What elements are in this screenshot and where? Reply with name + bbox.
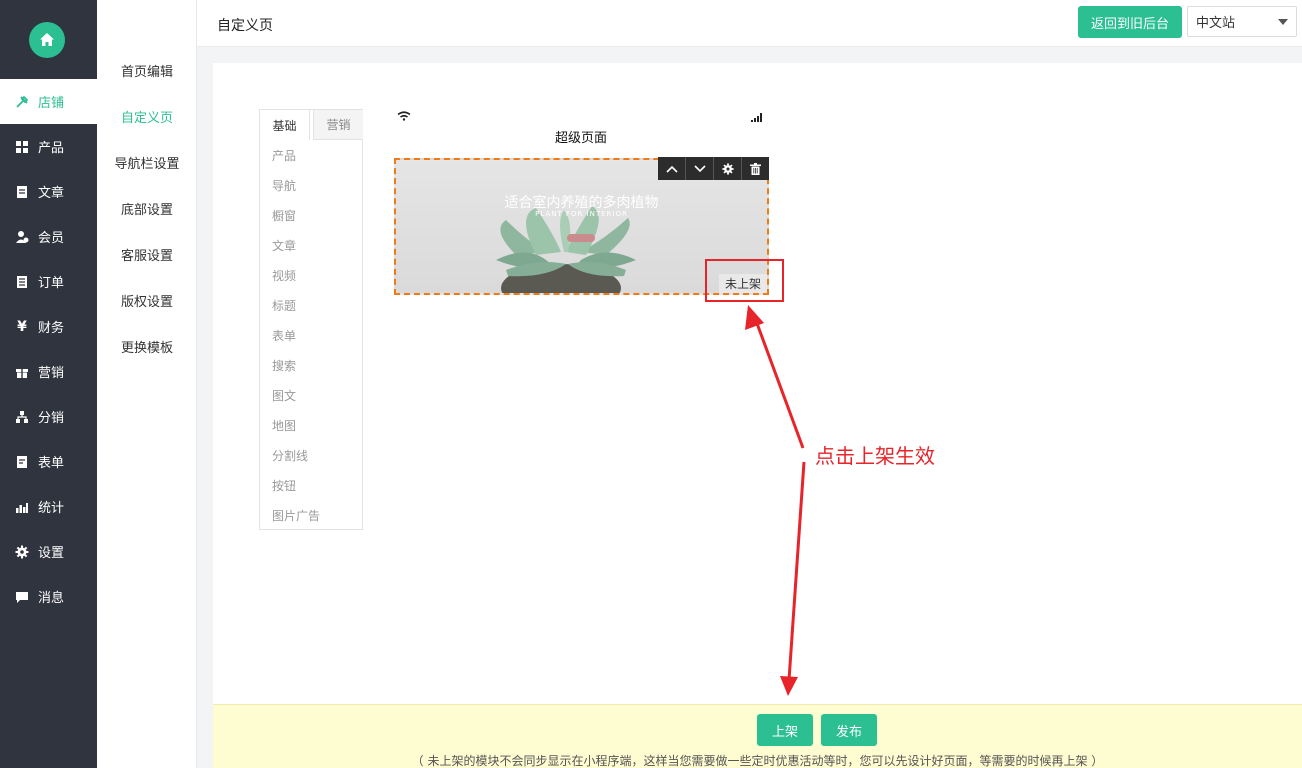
member-icon xyxy=(14,229,30,245)
sidebar-item-articles[interactable]: 文章 xyxy=(0,169,97,214)
sidebar-item-label: 订单 xyxy=(38,276,65,291)
sidebar-item-label: 设置 xyxy=(38,546,65,561)
component-title[interactable]: 标题 xyxy=(272,297,296,314)
sidebar-item-label: 会员 xyxy=(38,231,65,246)
sidebar-nav: 店铺 产品 文章 会员 订单 ¥ 财务 营销 分销 表单 统计 设置 消息 xyxy=(0,79,97,619)
gear-icon xyxy=(14,544,30,560)
sidebar-item-label: 财务 xyxy=(38,321,65,336)
tab-marketing[interactable]: 营销 xyxy=(313,110,363,140)
component-image-text[interactable]: 图文 xyxy=(272,387,296,404)
network-icon xyxy=(14,409,30,425)
component-form[interactable]: 表单 xyxy=(272,327,296,344)
grid-icon xyxy=(14,139,30,155)
bar-chart-icon xyxy=(14,499,30,515)
module-delete-button[interactable] xyxy=(742,157,769,180)
annotation-text: 点击上架生效 xyxy=(815,444,935,468)
tools-icon xyxy=(14,94,30,110)
sidebar-item-statistics[interactable]: 统计 xyxy=(0,484,97,529)
shelve-button[interactable]: 上架 xyxy=(757,714,813,746)
top-header: 自定义页 返回到旧后台 中文站 xyxy=(197,0,1302,47)
publish-button[interactable]: 发布 xyxy=(821,714,877,746)
sidebar-item-store[interactable]: 店铺 xyxy=(0,79,97,124)
banner-headline: 适合室内养殖的多肉植物 xyxy=(504,195,659,211)
sidebar-item-label: 产品 xyxy=(38,141,65,156)
component-navigation[interactable]: 导航 xyxy=(272,177,296,194)
component-button[interactable]: 按钮 xyxy=(272,477,296,494)
gear-icon xyxy=(721,162,734,175)
trash-icon xyxy=(750,162,761,175)
sidebar-item-label: 店铺 xyxy=(38,96,65,111)
preview-page-title: 超级页面 xyxy=(554,131,607,146)
sidebar-item-label: 分销 xyxy=(38,411,65,426)
chevron-up-icon xyxy=(665,165,678,173)
submenu-custom-page[interactable]: 自定义页 xyxy=(97,107,197,126)
submenu-service-settings[interactable]: 客服设置 xyxy=(97,245,197,264)
message-icon xyxy=(14,589,30,605)
submenu-nav-settings[interactable]: 导航栏设置 xyxy=(97,153,197,172)
shelve-hint-text: （ 未上架的模块不会同步显示在小程序端，这样当您需要做一些定时优惠活动等时，您可… xyxy=(411,754,1104,768)
component-image-ad[interactable]: 图片广告 xyxy=(272,507,320,524)
sidebar-item-forms[interactable]: 表单 xyxy=(0,439,97,484)
sidebar-item-products[interactable]: 产品 xyxy=(0,124,97,169)
home-logo[interactable] xyxy=(29,22,65,58)
move-down-button[interactable] xyxy=(686,157,714,180)
phone-status-bar xyxy=(395,110,767,124)
component-showcase[interactable]: 橱窗 xyxy=(272,207,296,224)
signal-icon xyxy=(751,113,762,122)
form-icon xyxy=(14,454,30,470)
component-article[interactable]: 文章 xyxy=(272,237,296,254)
sidebar-item-finance[interactable]: ¥ 财务 xyxy=(0,304,97,349)
page-title: 自定义页 xyxy=(217,18,273,34)
banner-subtitle: PLANT FOR INTERIOR xyxy=(535,210,628,218)
sidebar-item-label: 消息 xyxy=(38,591,65,606)
chevron-down-icon xyxy=(693,164,706,172)
gift-icon xyxy=(14,364,30,380)
component-divider[interactable]: 分割线 xyxy=(272,447,308,464)
language-select[interactable]: 中文站 xyxy=(1187,6,1297,37)
back-to-old-admin-button[interactable]: 返回到旧后台 xyxy=(1078,6,1182,38)
component-search[interactable]: 搜索 xyxy=(272,357,296,374)
move-up-button[interactable] xyxy=(658,157,686,180)
sidebar-item-orders[interactable]: 订单 xyxy=(0,259,97,304)
tab-basic[interactable]: 基础 xyxy=(260,110,310,140)
component-product[interactable]: 产品 xyxy=(272,147,296,164)
module-settings-button[interactable] xyxy=(714,157,742,180)
document-icon xyxy=(14,184,30,200)
sidebar-item-label: 表单 xyxy=(38,456,65,471)
store-submenu: 首页编辑 自定义页 导航栏设置 底部设置 客服设置 版权设置 更换模板 xyxy=(97,0,197,768)
submenu-home-edit[interactable]: 首页编辑 xyxy=(97,61,197,80)
list-icon xyxy=(14,274,30,290)
sidebar-item-messages[interactable]: 消息 xyxy=(0,574,97,619)
component-panel: 基础 营销 产品 导航 橱窗 文章 视频 标题 表单 搜索 图文 地图 分割线 … xyxy=(259,109,363,530)
chevron-down-icon xyxy=(1278,19,1288,25)
wifi-icon xyxy=(397,111,411,121)
sidebar-item-settings[interactable]: 设置 xyxy=(0,529,97,574)
sidebar-item-label: 营销 xyxy=(38,366,65,381)
highlight-box xyxy=(705,259,784,302)
submenu-change-template[interactable]: 更换模板 xyxy=(97,337,197,356)
submenu-copyright-settings[interactable]: 版权设置 xyxy=(97,291,197,310)
language-select-value: 中文站 xyxy=(1196,16,1236,31)
submenu-footer-settings[interactable]: 底部设置 xyxy=(97,199,197,218)
component-map[interactable]: 地图 xyxy=(272,417,296,434)
sidebar-item-label: 文章 xyxy=(38,186,65,201)
yen-icon: ¥ xyxy=(17,318,27,335)
component-video[interactable]: 视频 xyxy=(272,267,296,284)
sidebar-item-label: 统计 xyxy=(38,501,65,516)
bottom-action-bar: 上架 发布 （ 未上架的模块不会同步显示在小程序端，这样当您需要做一些定时优惠活… xyxy=(213,704,1302,768)
banner-cta-button[interactable] xyxy=(567,234,595,242)
sidebar-item-distribution[interactable]: 分销 xyxy=(0,394,97,439)
main-sidebar: 店铺 产品 文章 会员 订单 ¥ 财务 营销 分销 表单 统计 设置 消息 xyxy=(0,0,97,768)
home-icon xyxy=(40,33,54,46)
sidebar-item-members[interactable]: 会员 xyxy=(0,214,97,259)
sidebar-item-marketing[interactable]: 营销 xyxy=(0,349,97,394)
module-toolbar xyxy=(658,157,769,180)
